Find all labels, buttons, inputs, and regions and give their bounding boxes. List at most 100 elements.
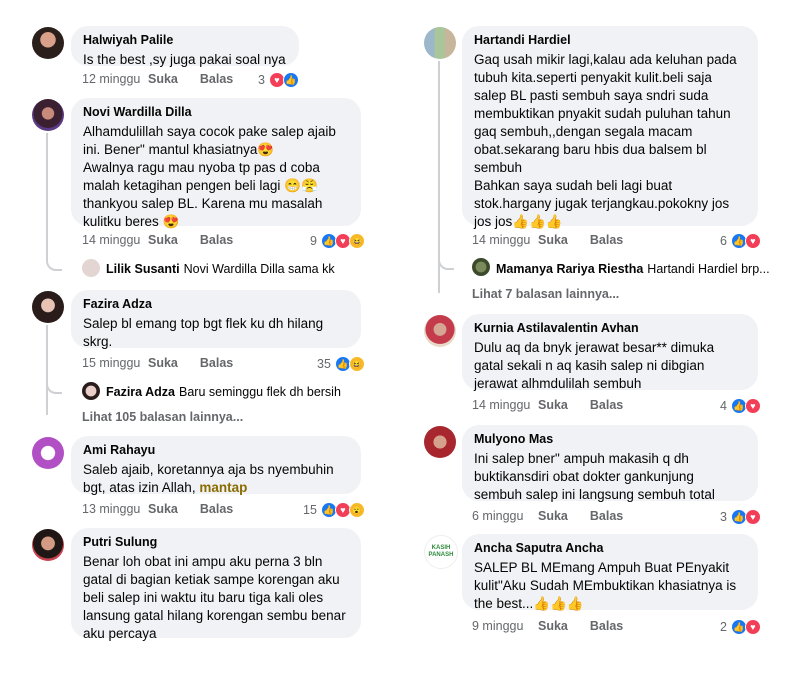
comment-actions: 15 minggu Suka Balas <box>82 356 255 370</box>
like-button[interactable]: Suka <box>148 233 178 247</box>
reaction-summary[interactable]: 35 👍 😆 <box>317 356 365 372</box>
reply-button[interactable]: Balas <box>590 619 623 633</box>
comment-author[interactable]: Hartandi Hardiel <box>474 33 746 48</box>
reply-thread-line <box>46 325 48 415</box>
like-button[interactable]: Suka <box>538 398 568 412</box>
like-button[interactable]: Suka <box>538 509 568 523</box>
reaction-summary[interactable]: 9 👍 ♥ 😆 <box>310 233 365 249</box>
reaction-count: 9 <box>310 234 317 248</box>
reply-button[interactable]: Balas <box>590 509 623 523</box>
reply-author[interactable]: Fazira Adza <box>106 385 175 399</box>
love-reaction-icon: ♥ <box>744 509 761 525</box>
comment-author[interactable]: Fazira Adza <box>83 297 349 312</box>
reaction-summary[interactable]: 6 👍 ♥ <box>720 233 761 249</box>
avatar[interactable] <box>424 27 456 59</box>
reaction-count: 15 <box>303 503 317 517</box>
reply-text: Novi Wardilla Dilla sama kk <box>183 262 335 276</box>
haha-reaction-icon: 😆 <box>348 356 365 372</box>
comment-bubble: Mulyono Mas Ini salep bner" ampuh makasi… <box>462 425 758 502</box>
reply-button[interactable]: Balas <box>200 356 233 370</box>
reply-button[interactable]: Balas <box>200 72 233 86</box>
reaction-summary[interactable]: 3 ♥ 👍 <box>258 72 299 88</box>
like-button[interactable]: Suka <box>148 356 178 370</box>
reaction-summary[interactable]: 2 👍 ♥ <box>720 619 761 635</box>
reply-button[interactable]: Balas <box>200 502 233 516</box>
reply-thread-branch <box>438 250 454 270</box>
comment-time[interactable]: 14 minggu <box>472 398 538 412</box>
comment-bubble: Halwiyah Palile Is the best ,sy juga pak… <box>71 26 299 67</box>
reply-button[interactable]: Balas <box>590 233 623 247</box>
avatar[interactable] <box>32 27 64 59</box>
comment-bubble: Ancha Saputra Ancha SALEP BL MEmang Ampu… <box>462 534 758 611</box>
reply-author[interactable]: Mamanya Rariya Riestha <box>496 262 643 276</box>
avatar[interactable] <box>424 426 456 458</box>
love-reaction-icon: ♥ <box>744 398 761 414</box>
reply-thread-line <box>46 133 62 271</box>
avatar[interactable] <box>32 437 64 469</box>
avatar[interactable] <box>424 315 456 347</box>
reply-text: Hartandi Hardiel brp... <box>647 262 770 276</box>
reply-preview[interactable]: Lilik Susanti Novi Wardilla Dilla sama kk <box>106 262 335 276</box>
reaction-count: 3 <box>258 73 265 87</box>
reply-thread-branch <box>46 372 62 394</box>
love-reaction-icon: ♥ <box>744 233 761 249</box>
reply-avatar[interactable] <box>82 382 100 400</box>
comment-time[interactable]: 13 minggu <box>82 502 148 516</box>
comment-bubble: Kurnia Astilavalentin Avhan Dulu aq da b… <box>462 314 758 391</box>
like-button[interactable]: Suka <box>538 233 568 247</box>
comment-actions: 14 minggu Suka Balas <box>82 233 255 247</box>
comment-actions: 6 minggu Suka Balas <box>472 509 645 523</box>
comment-time[interactable]: 14 minggu <box>82 233 148 247</box>
comment-bubble: Novi Wardilla Dilla Alhamdulillah saya c… <box>71 98 361 229</box>
reply-preview[interactable]: Mamanya Rariya Riestha Hartandi Hardiel b… <box>496 262 770 276</box>
comment-text: Alhamdulillah saya cocok pake salep ajai… <box>83 124 336 229</box>
comment-bubble: Ami Rahayu Saleb ajaib, koretannya aja b… <box>71 436 361 497</box>
avatar[interactable] <box>32 99 64 131</box>
mention-tag[interactable]: mantap <box>199 480 247 495</box>
comment-time[interactable]: 6 minggu <box>472 509 538 523</box>
comment-text: Is the best ,sy juga pakai soal nya <box>83 52 286 67</box>
avatar[interactable]: KASIH PANASH <box>424 535 458 569</box>
like-reaction-icon: 👍 <box>282 72 299 88</box>
comment-time[interactable]: 9 minggu <box>472 619 538 633</box>
comment-text: Ini salep bner" ampuh makasih q dh bukti… <box>474 451 715 502</box>
view-more-replies-link[interactable]: Lihat 105 balasan lainnya... <box>82 410 243 424</box>
avatar[interactable] <box>32 291 64 323</box>
comment-author[interactable]: Ancha Saputra Ancha <box>474 541 746 556</box>
avatar[interactable] <box>32 529 64 561</box>
comment-text: Dulu aq da bnyk jerawat besar** dimuka g… <box>474 340 715 391</box>
comment-bubble: Putri Sulung Benar loh obat ini ampu aku… <box>71 528 361 641</box>
comment-author[interactable]: Ami Rahayu <box>83 443 349 458</box>
comment-text: SALEP BL MEmang Ampuh Buat PEnyakit kuli… <box>474 560 737 611</box>
comment-text: Saleb ajaib, koretannya aja bs nyembuhin… <box>83 461 349 497</box>
reply-preview[interactable]: Fazira Adza Baru seminggu flek dh bersih <box>106 385 341 399</box>
reaction-summary[interactable]: 4 👍 ♥ <box>720 398 761 414</box>
comment-time[interactable]: 12 minggu <box>82 72 148 86</box>
reply-avatar[interactable] <box>82 259 100 277</box>
comment-actions: 9 minggu Suka Balas <box>472 619 645 633</box>
comment-time[interactable]: 14 minggu <box>472 233 538 247</box>
wow-reaction-icon: 😮 <box>348 502 365 518</box>
reply-button[interactable]: Balas <box>200 233 233 247</box>
comment-author[interactable]: Novi Wardilla Dilla <box>83 105 349 120</box>
comment-author[interactable]: Kurnia Astilavalentin Avhan <box>474 321 746 336</box>
comment-author[interactable]: Halwiyah Palile <box>83 33 287 48</box>
love-reaction-icon: ♥ <box>744 619 761 635</box>
like-button[interactable]: Suka <box>148 502 178 516</box>
comment-time[interactable]: 15 minggu <box>82 356 148 370</box>
like-button[interactable]: Suka <box>538 619 568 633</box>
like-button[interactable]: Suka <box>148 72 178 86</box>
view-more-replies-link[interactable]: Lihat 7 balasan lainnya... <box>472 287 619 301</box>
reply-author[interactable]: Lilik Susanti <box>106 262 180 276</box>
haha-reaction-icon: 😆 <box>348 233 365 249</box>
reply-button[interactable]: Balas <box>590 398 623 412</box>
comment-actions: 14 minggu Suka Balas <box>472 233 645 247</box>
reaction-summary[interactable]: 15 👍 ♥ 😮 <box>303 502 365 518</box>
reaction-summary[interactable]: 3 👍 ♥ <box>720 509 761 525</box>
avatar-logo-text: KASIH PANASH <box>428 545 454 558</box>
comment-author[interactable]: Mulyono Mas <box>474 432 746 447</box>
comment-author[interactable]: Putri Sulung <box>83 535 349 550</box>
reply-avatar[interactable] <box>472 258 490 276</box>
comment-bubble: Fazira Adza Salep bl emang top bgt flek … <box>71 290 361 349</box>
comment-actions: 12 minggu Suka Balas <box>82 72 255 86</box>
